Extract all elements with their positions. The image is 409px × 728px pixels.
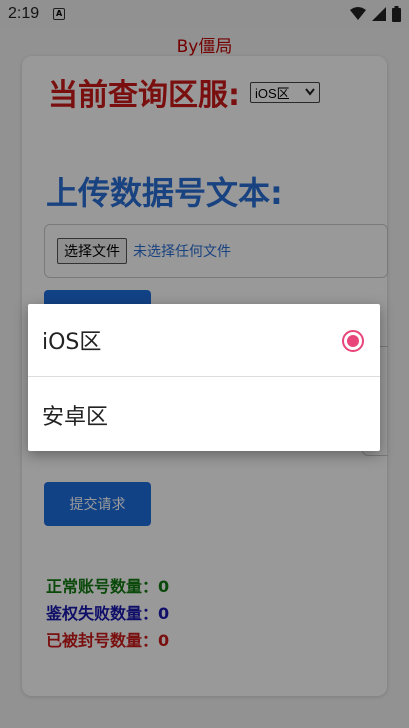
region-picker-dialog: iOS区 安卓区 <box>28 304 380 451</box>
radio-dot <box>347 335 359 347</box>
option-android-label: 安卓区 <box>42 404 109 430</box>
option-ios-label: iOS区 <box>42 330 102 355</box>
option-android[interactable]: 安卓区 <box>28 378 380 451</box>
radio-selected-icon[interactable] <box>342 330 364 352</box>
option-ios[interactable]: iOS区 <box>28 304 380 377</box>
